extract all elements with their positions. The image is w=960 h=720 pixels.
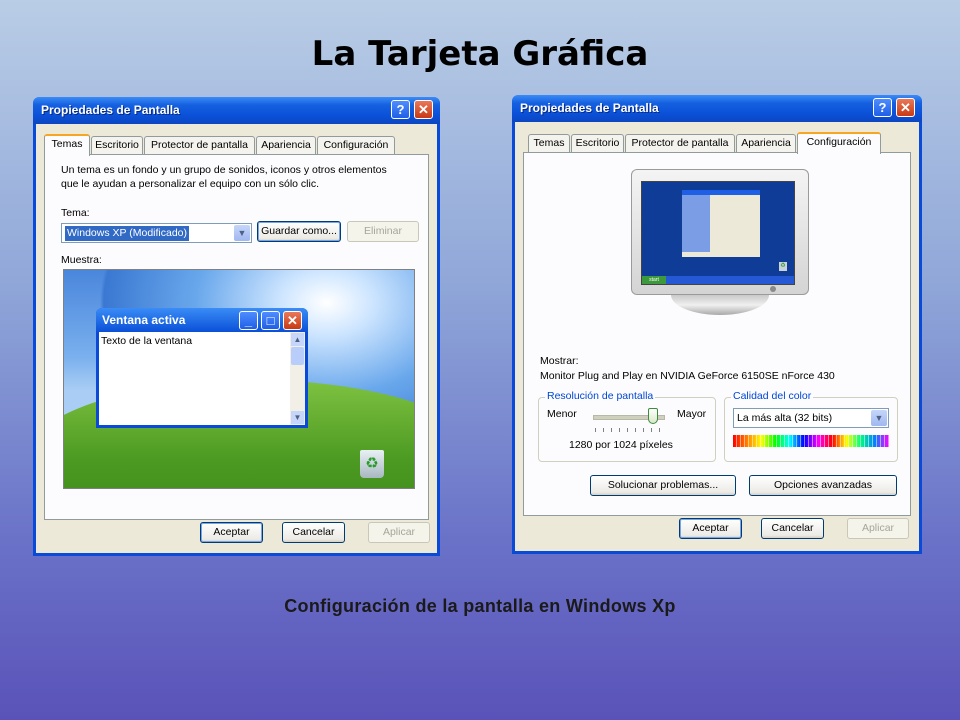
apply-button[interactable]: Aplicar (368, 522, 430, 543)
screen-taskbar: start (642, 276, 794, 284)
color-quality-value: La más alta (32 bits) (737, 412, 833, 424)
tab-escritorio[interactable]: Escritorio (571, 134, 624, 152)
troubleshoot-button[interactable]: Solucionar problemas... (590, 475, 736, 496)
color-group-title: Calidad del color (731, 390, 814, 402)
tab-protector[interactable]: Protector de pantalla (144, 136, 255, 154)
slide-title: La Tarjeta Gráfica (311, 34, 649, 74)
ok-button[interactable]: Aceptar (679, 518, 742, 539)
screen-recycle-icon: ♻ (779, 262, 787, 271)
chevron-down-icon[interactable]: ▼ (871, 410, 887, 426)
monitor-screen: start ♻ (641, 181, 795, 285)
tab-temas[interactable]: Temas (528, 134, 570, 152)
sample-label: Muestra: (61, 254, 102, 266)
scroll-up-icon: ▲ (291, 333, 304, 346)
cancel-button[interactable]: Cancelar (761, 518, 824, 539)
theme-select[interactable]: Windows XP (Modificado) ▼ (61, 223, 252, 243)
theme-description-1: Un tema es un fondo y un grupo de sonido… (61, 164, 387, 176)
preview-window: Ventana activa _ □ ✕ Texto de la ventana… (96, 308, 308, 428)
tab-protector[interactable]: Protector de pantalla (625, 134, 735, 152)
maximize-icon: □ (261, 311, 280, 330)
close-icon[interactable]: ✕ (896, 98, 915, 117)
tab-apariencia[interactable]: Apariencia (256, 136, 316, 154)
screen-window (682, 190, 760, 257)
minimize-icon: _ (239, 311, 258, 330)
scroll-thumb (291, 347, 304, 365)
left-tab-panel: Un tema es un fondo y un grupo de sonido… (44, 154, 429, 520)
left-window-title: Propiedades de Pantalla (41, 103, 180, 117)
resolution-value: 1280 por 1024 píxeles (569, 439, 673, 451)
apply-button[interactable]: Aplicar (847, 518, 909, 539)
right-display-properties-window: Propiedades de Pantalla ? ✕ Temas Escrit… (512, 95, 922, 554)
right-window-title: Propiedades de Pantalla (520, 101, 659, 115)
color-quality-select[interactable]: La más alta (32 bits) ▼ (733, 408, 889, 428)
start-button: start (642, 276, 666, 284)
delete-button[interactable]: Eliminar (347, 221, 419, 242)
tab-escritorio[interactable]: Escritorio (91, 136, 143, 154)
color-quality-group: Calidad del color La más alta (32 bits) … (724, 390, 898, 462)
preview-window-title: Ventana activa (102, 313, 186, 327)
preview-titlebar: Ventana activa _ □ ✕ (96, 308, 308, 332)
recycle-bin-icon: ♻ (360, 450, 384, 478)
right-client-area: Temas Escritorio Protector de pantalla A… (515, 122, 919, 551)
monitor-icon: start ♻ (631, 169, 809, 319)
right-title-bar[interactable]: Propiedades de Pantalla ? ✕ (512, 95, 922, 122)
tab-apariencia[interactable]: Apariencia (736, 134, 796, 152)
tab-configuracion[interactable]: Configuración (317, 136, 395, 154)
ok-button[interactable]: Aceptar (200, 522, 263, 543)
monitor-text: Monitor Plug and Play en NVIDIA GeForce … (540, 370, 835, 382)
tab-temas[interactable]: Temas (44, 134, 90, 156)
theme-description-2: que le ayudan a personalizar el equipo c… (61, 178, 320, 190)
chevron-down-icon[interactable]: ▼ (234, 225, 250, 241)
resolution-slider-thumb[interactable] (648, 408, 658, 424)
help-icon[interactable]: ? (873, 98, 892, 117)
screen-window-sidebar (682, 195, 710, 252)
preview-close-icon: ✕ (283, 311, 302, 330)
color-spectrum-bar (733, 435, 889, 447)
preview-window-text: Texto de la ventana (101, 335, 193, 347)
preview-scrollbar: ▲ ▼ (290, 332, 305, 425)
close-icon[interactable]: ✕ (414, 100, 433, 119)
cancel-button[interactable]: Cancelar (282, 522, 345, 543)
tab-configuracion[interactable]: Configuración (797, 132, 881, 154)
left-title-bar[interactable]: Propiedades de Pantalla ? ✕ (33, 97, 440, 124)
monitor-power-icon (770, 286, 776, 292)
theme-preview: Ventana activa _ □ ✕ Texto de la ventana… (63, 269, 415, 489)
left-client-area: Temas Escritorio Protector de pantalla A… (36, 124, 437, 553)
slider-ticks (595, 428, 661, 432)
help-icon[interactable]: ? (391, 100, 410, 119)
preview-window-body: Texto de la ventana ▲ ▼ (99, 332, 305, 425)
monitor-stand (671, 295, 769, 315)
theme-label: Tema: (61, 207, 90, 219)
show-label: Mostrar: (540, 355, 579, 367)
theme-select-value: Windows XP (Modificado) (65, 226, 190, 241)
scroll-down-icon: ▼ (291, 411, 304, 424)
save-as-button[interactable]: Guardar como... (257, 221, 341, 242)
advanced-options-button[interactable]: Opciones avanzadas (749, 475, 897, 496)
more-label: Mayor (677, 408, 707, 420)
less-label: Menor (547, 408, 577, 420)
resolution-group-title: Resolución de pantalla (545, 390, 656, 402)
slide-caption: Configuración de la pantalla en Windows … (284, 596, 676, 616)
resolution-group: Resolución de pantalla Menor Mayor 1280 … (538, 390, 716, 462)
right-tab-panel: start ♻ Mostrar: Monitor Plug and Play e… (523, 152, 911, 516)
left-display-properties-window: Propiedades de Pantalla ? ✕ Temas Escrit… (33, 97, 440, 556)
